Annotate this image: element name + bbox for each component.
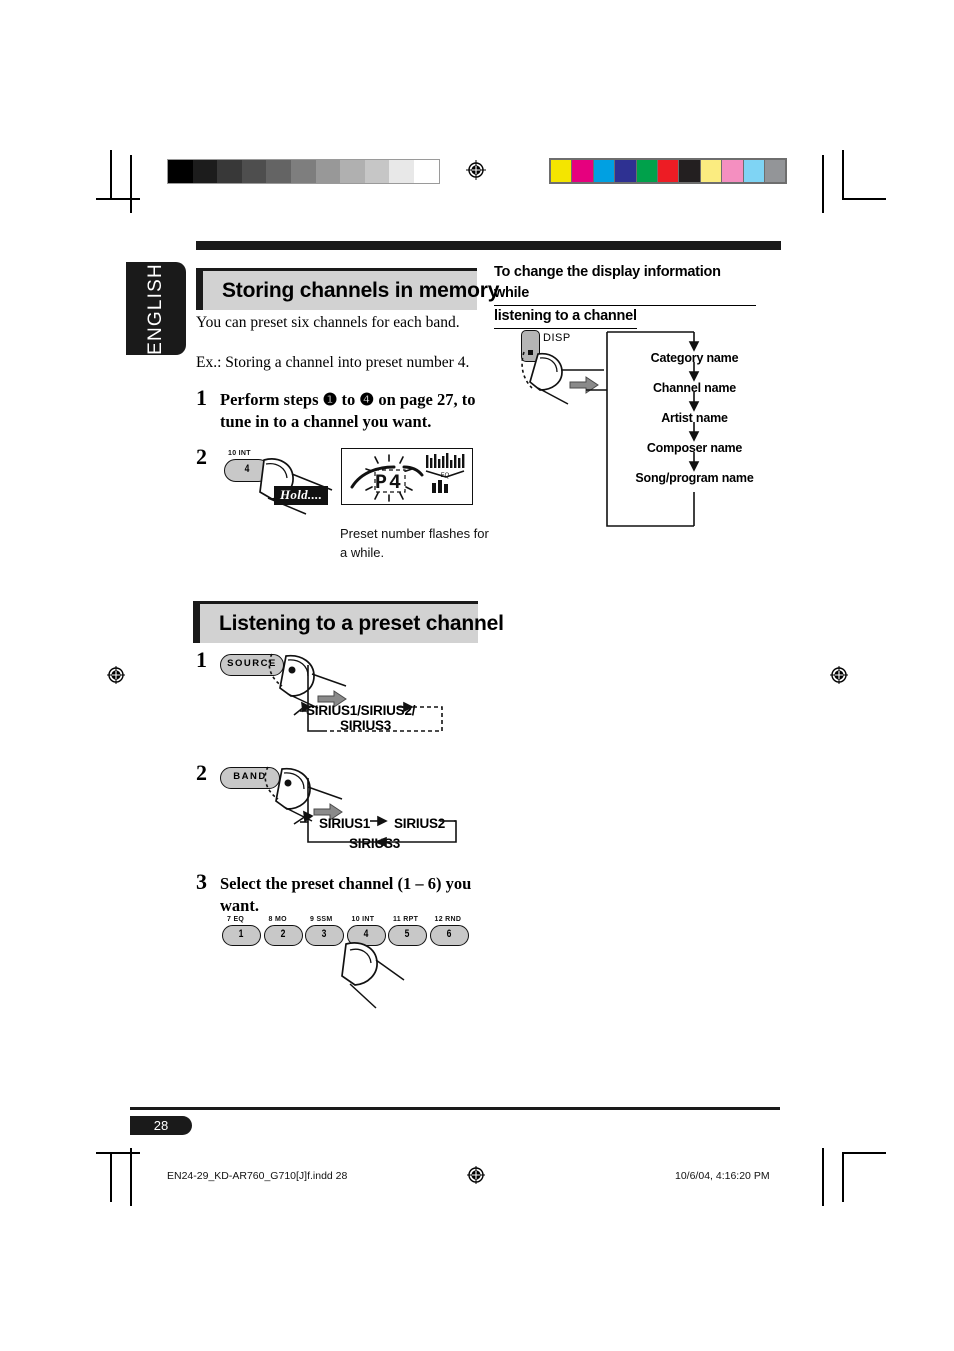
language-tab: ENGLISH — [126, 262, 186, 355]
grayscale-patch — [315, 160, 341, 183]
flow-item: Artist name — [661, 411, 728, 425]
grayscale-patch — [290, 160, 316, 183]
footer-rule — [130, 1107, 780, 1110]
section-title: Storing channels in memory — [222, 278, 500, 302]
color-patch — [657, 160, 679, 182]
lcd-display: EQ P4 — [341, 448, 473, 505]
grayscale-patch — [389, 160, 414, 183]
color-patch — [615, 160, 636, 182]
grayscale-patch — [192, 160, 218, 183]
preset-button-label: 3 — [322, 928, 327, 940]
flow-item: Composer name — [646, 441, 743, 455]
disp-button-label: DISP — [543, 332, 571, 344]
section-title: Listening to a preset channel — [219, 611, 504, 635]
color-patch — [572, 160, 593, 182]
crop-mark-top-left-v — [110, 150, 112, 200]
color-patch — [764, 160, 786, 182]
registration-mark-top — [466, 160, 486, 180]
grayscale-patch — [266, 160, 291, 183]
display-info-heading-line1: To change the display information while — [494, 262, 756, 306]
preset-button-2[interactable]: 2 — [263, 925, 303, 946]
crop-mark-bottom-right-v — [842, 1152, 844, 1202]
crop-mark-bottom-left-v — [110, 1152, 112, 1202]
color-calibration-bar — [549, 158, 788, 184]
grayscale-patch — [241, 160, 267, 183]
step-text: Select the preset channel (1 – 6) you wa… — [220, 874, 472, 915]
section-header-accent-bar — [196, 268, 203, 310]
finger-press-illustration-presets — [341, 942, 405, 1009]
grayscale-patch — [364, 160, 390, 183]
crop-mark-bottom-left-v2 — [130, 1148, 132, 1206]
step-number: 2 — [196, 444, 207, 469]
finger-press-illustration-disp — [521, 351, 604, 405]
display-info-heading: To change the display information while … — [494, 262, 756, 329]
crop-mark-top-right-h — [842, 198, 886, 200]
footer-filename: EN24-29_KD-AR760_G710[J]f.indd 28 — [167, 1170, 348, 1182]
preset-button-tiny-label: 7 EQ — [227, 916, 245, 923]
preset-button-label: 2 — [280, 928, 286, 940]
flow-item: Category name — [650, 351, 739, 365]
preset-button-tiny-label: 10 INT — [351, 916, 375, 923]
preset-button-tiny-label: 12 RND — [434, 916, 462, 923]
section1-example: Ex.: Storing a channel into preset numbe… — [196, 354, 470, 371]
page-number: 28 — [130, 1116, 192, 1135]
flow-item: Channel name — [652, 381, 737, 395]
header-rule — [196, 241, 781, 250]
crop-mark-top-right-v — [842, 150, 844, 200]
crop-mark-top-left-h — [96, 198, 140, 200]
crop-mark-top-left-v2 — [130, 155, 132, 213]
preset-button-tiny-label: 9 SSM — [310, 916, 333, 923]
section-header-storing-channels: Storing channels in memory — [196, 268, 499, 310]
grayscale-patch — [168, 160, 193, 183]
crop-mark-bottom-left-h — [96, 1152, 140, 1154]
lcd-caption: Preset number flashes for a while. — [340, 526, 489, 560]
step-number: 1 — [196, 385, 207, 410]
step-text: Perform steps ❶ to ❹ on page 27, to tune… — [220, 390, 476, 431]
registration-mark-right — [829, 665, 849, 685]
color-patch — [593, 160, 615, 182]
band-sequence-loop — [293, 778, 457, 848]
color-patch — [722, 160, 743, 182]
source-sequence-loop — [293, 665, 443, 732]
section-header-accent-bar — [193, 601, 200, 643]
grayscale-patch — [340, 160, 365, 183]
crop-mark-bottom-right-h — [842, 1152, 886, 1154]
crop-mark-top-right-v2 — [822, 155, 824, 213]
preset-button-1[interactable]: 1 — [222, 925, 261, 946]
display-info-flow-diagram: Category name Channel name Artist name C… — [586, 330, 782, 528]
registration-mark-left — [106, 665, 126, 685]
color-patch — [636, 160, 657, 182]
display-info-heading-line2: listening to a channel — [494, 306, 637, 329]
preset-button-label: 6 — [446, 928, 452, 940]
color-patch — [551, 160, 572, 182]
grayscale-calibration-bar — [167, 159, 440, 184]
grayscale-patch — [217, 160, 242, 183]
color-patch — [679, 160, 700, 182]
step-number: 1 — [196, 647, 207, 672]
flow-item: Song/program name — [635, 471, 754, 485]
grayscale-patch — [413, 160, 439, 183]
color-patch — [743, 160, 764, 182]
svg-text:EQ: EQ — [441, 473, 450, 479]
language-tab-label: ENGLISH — [145, 262, 166, 355]
preset-button-tiny-label: 11 RPT — [393, 916, 419, 923]
footer-timestamp: 10/6/04, 4:16:20 PM — [675, 1170, 770, 1182]
section1-intro: You can preset six channels for each ban… — [196, 314, 460, 331]
crop-mark-bottom-right-v2 — [822, 1148, 824, 1206]
hold-label: Hold.... — [274, 486, 329, 505]
step-number: 2 — [196, 760, 207, 785]
step-number: 3 — [196, 869, 207, 894]
preset-button-label: 1 — [239, 928, 244, 940]
preset-button-tiny-label: 8 MO — [268, 916, 287, 923]
color-patch — [700, 160, 722, 182]
section-header-listening-preset: Listening to a preset channel — [193, 601, 504, 643]
registration-mark-bottom — [466, 1165, 486, 1185]
